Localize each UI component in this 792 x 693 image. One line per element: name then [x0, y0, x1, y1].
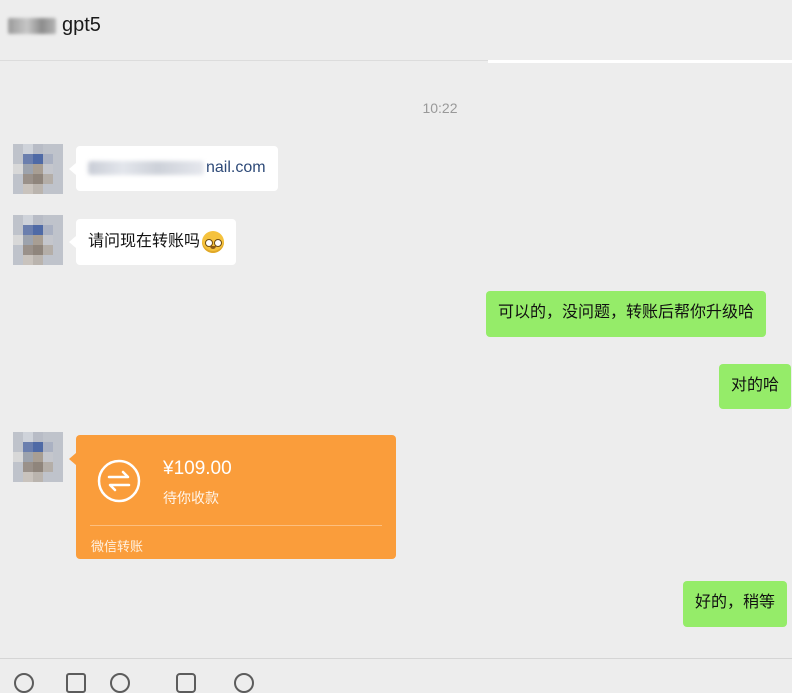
contact-avatar[interactable] [13, 144, 63, 194]
transfer-amount: ¥109.00 [163, 458, 232, 479]
wechat-transfer-card[interactable]: ¥109.00 待你收款 微信转账 [69, 435, 396, 559]
folder-icon[interactable] [66, 673, 86, 693]
scissors-icon[interactable] [110, 673, 130, 693]
chat-header: gpt5 [0, 0, 792, 61]
transfer-status: 待你收款 [163, 490, 219, 506]
voice-call-icon[interactable] [234, 673, 254, 693]
transfer-divider [90, 525, 382, 526]
email-text[interactable]: nail.com [206, 159, 266, 176]
header-accent-line [488, 60, 792, 63]
message-bubble-question[interactable]: 请问现在转账吗 [68, 219, 237, 265]
transfer-arrows-icon [97, 459, 141, 503]
contact-avatar[interactable] [13, 432, 63, 482]
chat-title[interactable]: gpt5 [62, 14, 101, 37]
input-toolbar [0, 658, 792, 693]
chat-history-icon[interactable] [176, 673, 196, 693]
message-text: 好的，稍等 [695, 594, 776, 611]
message-bubble-self[interactable]: 好的，稍等 [683, 581, 788, 627]
message-bubble-email[interactable]: nail.com [69, 146, 278, 191]
emoji-icon[interactable] [14, 673, 34, 693]
message-timestamp: 10:22 [422, 100, 458, 116]
blurred-contact-name [8, 18, 56, 34]
blurred-email-prefix [88, 161, 204, 175]
transfer-label: 微信转账 [91, 539, 144, 554]
contact-avatar[interactable] [13, 215, 63, 265]
message-bubble-self[interactable]: 对的哈 [719, 364, 792, 409]
message-text: 请问现在转账吗 [88, 233, 201, 251]
message-text: 对的哈 [731, 377, 780, 394]
smile-emoji-icon [202, 231, 225, 253]
message-text: 可以的，没问题，转账后帮你升级哈 [498, 304, 755, 321]
message-bubble-self[interactable]: 可以的，没问题，转账后帮你升级哈 [486, 291, 767, 337]
